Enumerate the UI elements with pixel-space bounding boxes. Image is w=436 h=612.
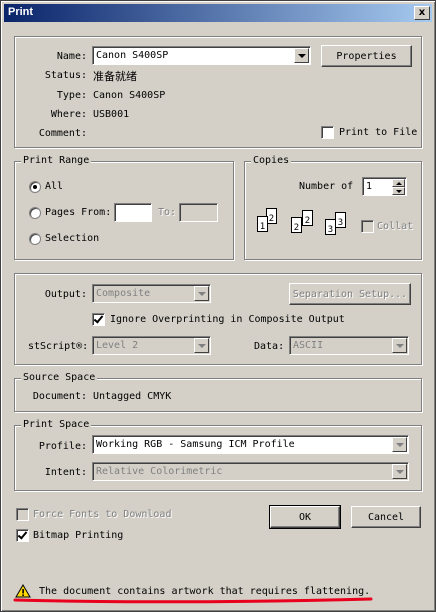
postscript-level-select[interactable]: Level 2: [92, 336, 211, 355]
output-select[interactable]: Composite: [92, 284, 211, 303]
selection-label[interactable]: Selection: [45, 233, 99, 244]
pages-to-input[interactable]: [179, 203, 218, 222]
spin-up-icon[interactable]: [392, 179, 405, 187]
print-space-legend: Print Space: [21, 419, 92, 430]
where-label: Where:: [50, 109, 87, 120]
copies-number-value: 1: [366, 181, 373, 192]
print-range-legend: Print Range: [21, 155, 92, 166]
pages-from-label[interactable]: Pages From:: [45, 207, 111, 218]
chevron-down-icon[interactable]: [392, 437, 407, 452]
close-button[interactable]: x: [414, 6, 430, 20]
copies-legend: Copies: [251, 155, 292, 166]
intent-select[interactable]: Relative Colorimetric: [92, 462, 409, 481]
warning-text: The document contains artwork that requi…: [39, 586, 371, 597]
window-title: Print: [8, 6, 34, 18]
printer-name-value: Canon S400SP: [96, 50, 169, 61]
intent-value: Relative Colorimetric: [96, 466, 223, 477]
selection-radio[interactable]: [29, 233, 41, 245]
pages-from-radio[interactable]: [29, 207, 41, 219]
postscript-level-label: stScript®:: [28, 341, 89, 352]
type-label: Type:: [56, 90, 87, 101]
copies-number-input[interactable]: 1: [362, 177, 407, 196]
print-dialog: Print x Name: Canon S400SP Properties St…: [0, 0, 436, 612]
chevron-down-icon[interactable]: [294, 48, 309, 63]
properties-button[interactable]: Properties: [321, 45, 412, 67]
document-label: Document:: [32, 391, 87, 402]
profile-label: Profile:: [38, 441, 87, 452]
chevron-down-icon[interactable]: [194, 338, 209, 353]
ok-button[interactable]: OK: [269, 505, 341, 529]
red-underline-annotation: [13, 597, 373, 604]
page-icon: 1: [257, 216, 268, 232]
separation-setup-button[interactable]: Separation Setup...: [289, 283, 411, 305]
pages-from-input[interactable]: [114, 203, 152, 222]
ignore-overprinting-label[interactable]: Ignore Overprinting in Composite Output: [110, 314, 345, 325]
print-to-file-label[interactable]: Print to File: [339, 127, 417, 138]
comment-label: Comment:: [38, 128, 87, 139]
page-icon: 2: [302, 210, 313, 226]
bitmap-printing-label[interactable]: Bitmap Printing: [33, 530, 123, 541]
warning-icon: [15, 584, 31, 598]
printer-name-select[interactable]: Canon S400SP: [92, 46, 311, 65]
chevron-down-icon[interactable]: [392, 464, 407, 479]
page-icon: 3: [325, 219, 336, 235]
profile-select[interactable]: Working RGB - Samsung ICM Profile: [92, 435, 409, 454]
data-value: ASCII: [293, 340, 324, 351]
profile-value: Working RGB - Samsung ICM Profile: [96, 439, 295, 450]
spin-down-icon[interactable]: [392, 187, 405, 195]
intent-label: Intent:: [44, 467, 87, 478]
title-bar: Print x: [4, 4, 432, 22]
status-label: Status:: [44, 70, 87, 81]
chevron-down-icon[interactable]: [392, 338, 407, 353]
number-of-copies-label: Number of: [299, 181, 354, 192]
status-value: 准备就绪: [93, 70, 137, 83]
name-label: Name:: [56, 51, 87, 62]
all-radio[interactable]: [29, 181, 41, 193]
force-fonts-label: Force Fonts to Download: [33, 509, 172, 520]
cancel-button[interactable]: Cancel: [351, 506, 421, 528]
where-value: USB001: [93, 109, 130, 120]
data-select[interactable]: ASCII: [289, 336, 409, 355]
type-value: Canon S400SP: [93, 90, 166, 101]
print-to-file-checkbox[interactable]: [321, 126, 334, 139]
collate-label: Collat: [377, 221, 414, 232]
page-icon: 3: [335, 212, 346, 228]
ignore-overprinting-checkbox[interactable]: [92, 313, 105, 326]
source-space-legend: Source Space: [21, 372, 98, 383]
to-label: To:: [158, 207, 177, 218]
data-label: Data:: [254, 341, 285, 352]
output-value: Composite: [96, 288, 151, 299]
all-label[interactable]: All: [45, 181, 63, 192]
page-icon: 2: [291, 217, 302, 233]
force-fonts-checkbox[interactable]: [16, 508, 29, 521]
bitmap-printing-checkbox[interactable]: [16, 529, 29, 542]
output-label: Output:: [44, 289, 87, 300]
document-value: Untagged CMYK: [93, 391, 172, 402]
chevron-down-icon[interactable]: [194, 286, 209, 301]
postscript-level-value: Level 2: [96, 340, 139, 351]
collate-checkbox[interactable]: [361, 220, 374, 233]
